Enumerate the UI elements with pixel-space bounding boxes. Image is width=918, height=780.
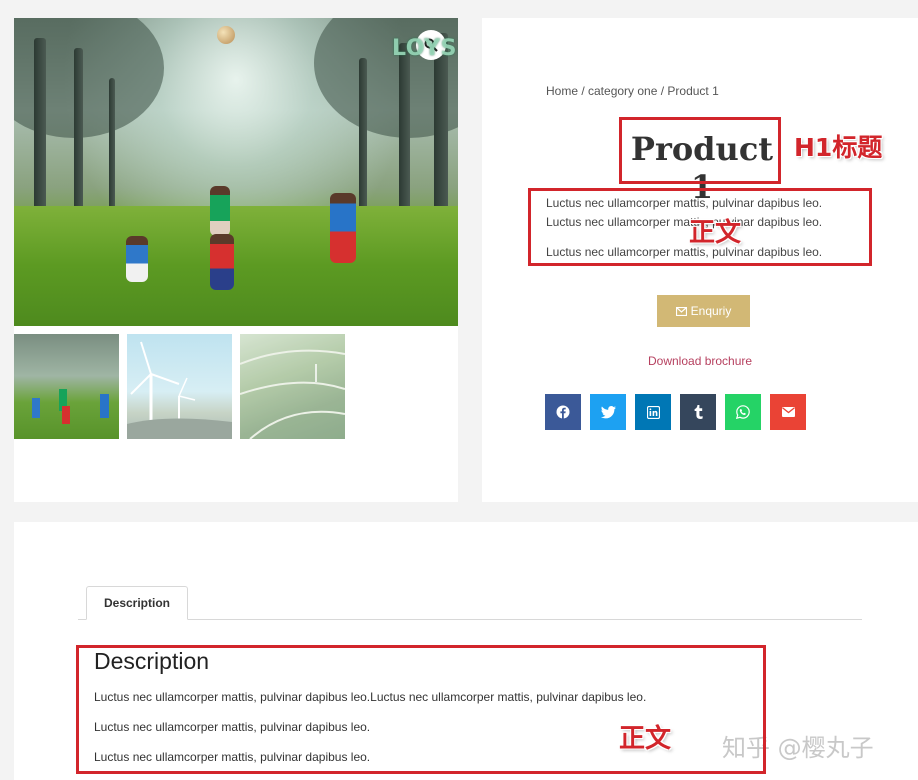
share-buttons — [545, 394, 806, 430]
share-twitter-button[interactable] — [590, 394, 626, 430]
tab-divider — [78, 619, 862, 620]
h1-annotation-label: H1标题 — [794, 133, 883, 162]
whatsapp-icon — [736, 405, 750, 419]
tab-description[interactable]: Description — [86, 586, 188, 620]
enquiry-label: Enquriy — [690, 304, 732, 318]
download-brochure-link[interactable]: Download brochure — [648, 354, 752, 368]
twitter-icon — [600, 405, 616, 418]
share-linkedin-button[interactable] — [635, 394, 671, 430]
thumbnail-kids-in-forest[interactable] — [14, 334, 119, 439]
ball — [217, 26, 235, 44]
main-product-image[interactable]: LOYSEO.COM — [14, 18, 458, 326]
tumblr-icon — [694, 405, 703, 419]
body-annotation-label: 正文 — [689, 218, 742, 248]
share-email-button[interactable] — [770, 394, 806, 430]
product-gallery: LOYSEO.COM — [14, 18, 458, 502]
breadcrumb[interactable]: Home / category one / Product 1 — [546, 84, 719, 98]
share-tumblr-button[interactable] — [680, 394, 716, 430]
thumbnail-green-fields[interactable] — [240, 334, 345, 439]
thumbnail-wind-turbines[interactable] — [127, 334, 232, 439]
share-facebook-button[interactable] — [545, 394, 581, 430]
body-annotation-label: 正文 — [619, 724, 672, 754]
enquiry-button[interactable]: Enquriy — [657, 295, 750, 327]
linkedin-icon — [646, 405, 660, 419]
envelope-icon — [675, 306, 687, 316]
watermark: LOYSEO.COM — [392, 36, 458, 61]
share-whatsapp-button[interactable] — [725, 394, 761, 430]
h1-annotation-box — [619, 117, 781, 184]
email-icon — [781, 407, 795, 417]
facebook-icon — [556, 405, 570, 419]
